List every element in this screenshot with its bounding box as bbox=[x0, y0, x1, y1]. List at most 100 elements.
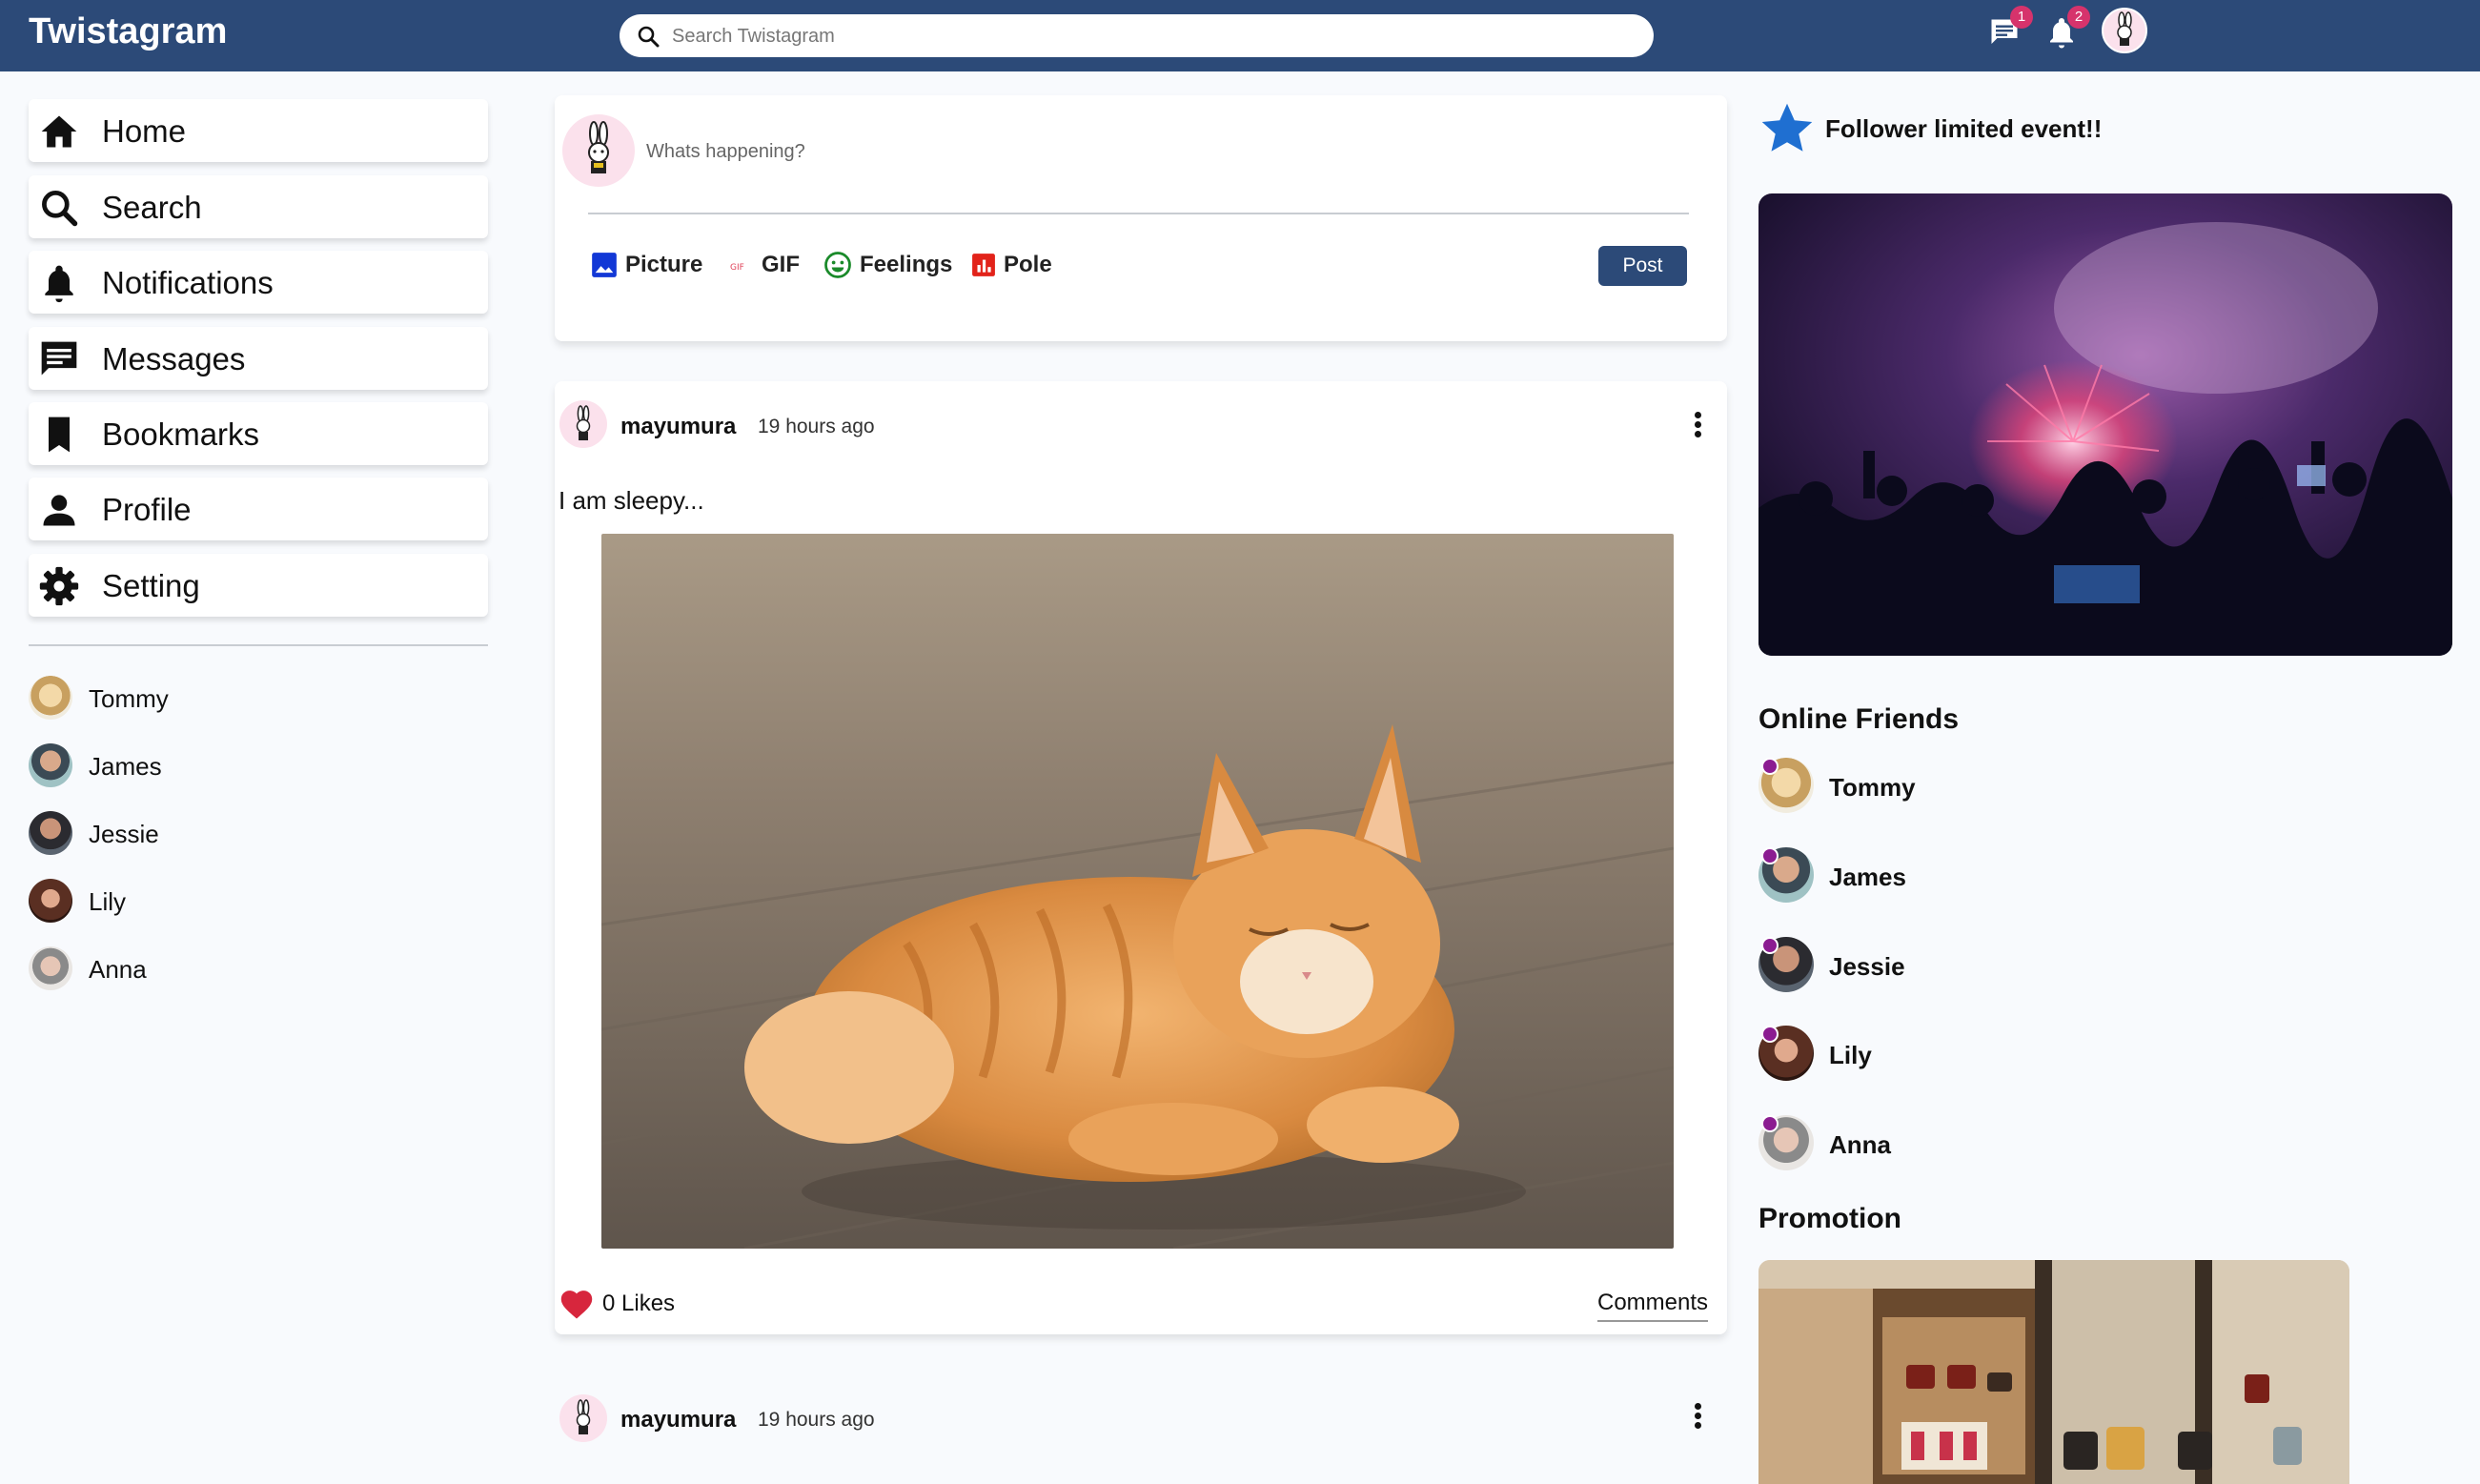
friend-name: Lily bbox=[89, 887, 127, 916]
friend-name: James bbox=[89, 752, 162, 781]
friend-name: Tommy bbox=[89, 684, 169, 713]
online-friend-james[interactable]: James bbox=[1758, 847, 2426, 906]
sidebar-item-label: Notifications bbox=[102, 265, 274, 300]
online-friend-name: James bbox=[1829, 863, 1906, 891]
online-friend-anna[interactable]: Anna bbox=[1758, 1115, 2426, 1174]
search-icon bbox=[638, 26, 660, 48]
friend-item-lily[interactable]: Lily bbox=[29, 877, 457, 925]
feelings-option[interactable]: Feelings bbox=[823, 248, 952, 282]
online-friend-tommy[interactable]: Tommy bbox=[1758, 758, 2426, 817]
svg-text:GIF: GIF bbox=[730, 263, 744, 273]
bunny-avatar-icon bbox=[2117, 11, 2132, 46]
bunny-avatar-icon bbox=[588, 121, 609, 173]
avatar bbox=[29, 811, 72, 855]
post-image[interactable] bbox=[601, 534, 1674, 1249]
sidebar-item-notifications[interactable]: Notifications bbox=[29, 251, 488, 314]
sidebar-item-search[interactable]: Search bbox=[29, 175, 488, 238]
heart-icon bbox=[560, 1291, 593, 1319]
avatar bbox=[29, 946, 72, 990]
concert-fireworks-photo bbox=[1758, 193, 2452, 656]
sidebar-item-messages[interactable]: Messages bbox=[29, 327, 488, 390]
smiley-icon bbox=[824, 252, 851, 278]
sidebar-item-label: Bookmarks bbox=[102, 417, 260, 452]
online-status-dot bbox=[1761, 1026, 1779, 1043]
gif-icon: GIF bbox=[730, 263, 744, 273]
friend-name: Anna bbox=[89, 955, 147, 984]
post-username[interactable]: mayumura bbox=[620, 414, 736, 440]
post-timestamp: 19 hours ago bbox=[758, 416, 875, 437]
online-friend-name: Lily bbox=[1829, 1041, 1872, 1069]
option-label: Feelings bbox=[860, 252, 953, 277]
sidebar-item-home[interactable]: Home bbox=[29, 99, 488, 162]
event-header[interactable]: Follower limited event!! bbox=[1758, 100, 2102, 157]
post-card: mayumura 19 hours ago I am sleepy... 0 L… bbox=[555, 381, 1727, 1334]
online-friend-name: Tommy bbox=[1829, 773, 1916, 802]
online-friend-lily[interactable]: Lily bbox=[1758, 1026, 2426, 1085]
comments-link[interactable]: Comments bbox=[1597, 1290, 1709, 1322]
sidebar-item-setting[interactable]: Setting bbox=[29, 554, 488, 617]
online-status-dot bbox=[1761, 1115, 1779, 1132]
promotion-image[interactable] bbox=[1758, 1260, 2349, 1484]
online-friends-title: Online Friends bbox=[1758, 703, 1960, 735]
image-icon bbox=[592, 253, 617, 277]
post-text: I am sleepy... bbox=[559, 486, 704, 515]
avatar bbox=[29, 879, 72, 923]
friend-item-jessie[interactable]: Jessie bbox=[29, 809, 457, 857]
user-avatar[interactable] bbox=[2102, 8, 2147, 53]
more-options-icon[interactable] bbox=[1692, 1401, 1703, 1435]
option-label: Pole bbox=[1004, 252, 1052, 277]
likes-count: 0 Likes bbox=[602, 1291, 676, 1316]
friend-item-tommy[interactable]: Tommy bbox=[29, 674, 457, 722]
avatar bbox=[29, 743, 72, 787]
search-input[interactable] bbox=[672, 21, 1625, 51]
composer-divider bbox=[588, 213, 1689, 214]
sidebar-item-profile[interactable]: Profile bbox=[29, 478, 488, 540]
sidebar-item-label: Messages bbox=[102, 341, 246, 376]
online-status-dot bbox=[1761, 937, 1779, 954]
sidebar-item-label: Home bbox=[102, 113, 187, 149]
friend-item-james[interactable]: James bbox=[29, 742, 457, 789]
bunny-avatar-icon bbox=[576, 405, 591, 440]
messages-top-button[interactable]: 1 bbox=[1987, 6, 2033, 51]
search-bar[interactable] bbox=[620, 14, 1654, 57]
more-options-icon[interactable] bbox=[1692, 410, 1703, 444]
top-bar: Twistagram 1 2 bbox=[0, 0, 2480, 71]
sleeping-cat-photo bbox=[601, 534, 1674, 1249]
compose-input[interactable] bbox=[646, 137, 1695, 166]
event-title: Follower limited event!! bbox=[1825, 113, 2103, 143]
gear-icon bbox=[39, 566, 79, 606]
avatar[interactable] bbox=[559, 400, 607, 448]
online-friend-jessie[interactable]: Jessie bbox=[1758, 937, 2426, 996]
option-label: Picture bbox=[625, 252, 703, 277]
online-friend-name: Jessie bbox=[1829, 952, 1905, 981]
online-status-dot bbox=[1761, 758, 1779, 775]
poll-icon bbox=[972, 254, 995, 276]
promotion-title: Promotion bbox=[1758, 1203, 1901, 1234]
post-username[interactable]: mayumura bbox=[620, 1407, 736, 1433]
like-control[interactable]: 0 Likes bbox=[559, 1287, 675, 1321]
poll-option[interactable]: Pole bbox=[971, 248, 1052, 282]
friend-name: Jessie bbox=[89, 820, 159, 848]
notifications-badge: 2 bbox=[2067, 6, 2090, 29]
bookmark-icon bbox=[49, 417, 70, 453]
event-image[interactable] bbox=[1758, 193, 2452, 656]
post-timestamp: 19 hours ago bbox=[758, 1409, 875, 1431]
sidebar-item-bookmarks[interactable]: Bookmarks bbox=[29, 402, 488, 465]
post-button[interactable]: Post bbox=[1598, 246, 1687, 286]
home-icon bbox=[41, 115, 77, 148]
gif-option[interactable]: GIF GIF bbox=[729, 248, 800, 282]
sidebar-item-label: Profile bbox=[102, 492, 192, 527]
sidebar-item-label: Search bbox=[102, 190, 202, 225]
person-icon bbox=[43, 495, 75, 526]
avatar bbox=[562, 114, 635, 187]
avatar[interactable] bbox=[559, 1394, 607, 1442]
bunny-avatar-icon bbox=[576, 1399, 591, 1434]
search-icon bbox=[42, 191, 78, 227]
star-icon bbox=[1761, 103, 1813, 152]
online-status-dot bbox=[1761, 847, 1779, 864]
friend-item-anna[interactable]: Anna bbox=[29, 945, 457, 992]
notifications-top-button[interactable]: 2 bbox=[2044, 6, 2090, 51]
brand-logo[interactable]: Twistagram bbox=[29, 11, 227, 52]
picture-option[interactable]: Picture bbox=[591, 248, 702, 282]
option-label: GIF bbox=[762, 252, 800, 277]
